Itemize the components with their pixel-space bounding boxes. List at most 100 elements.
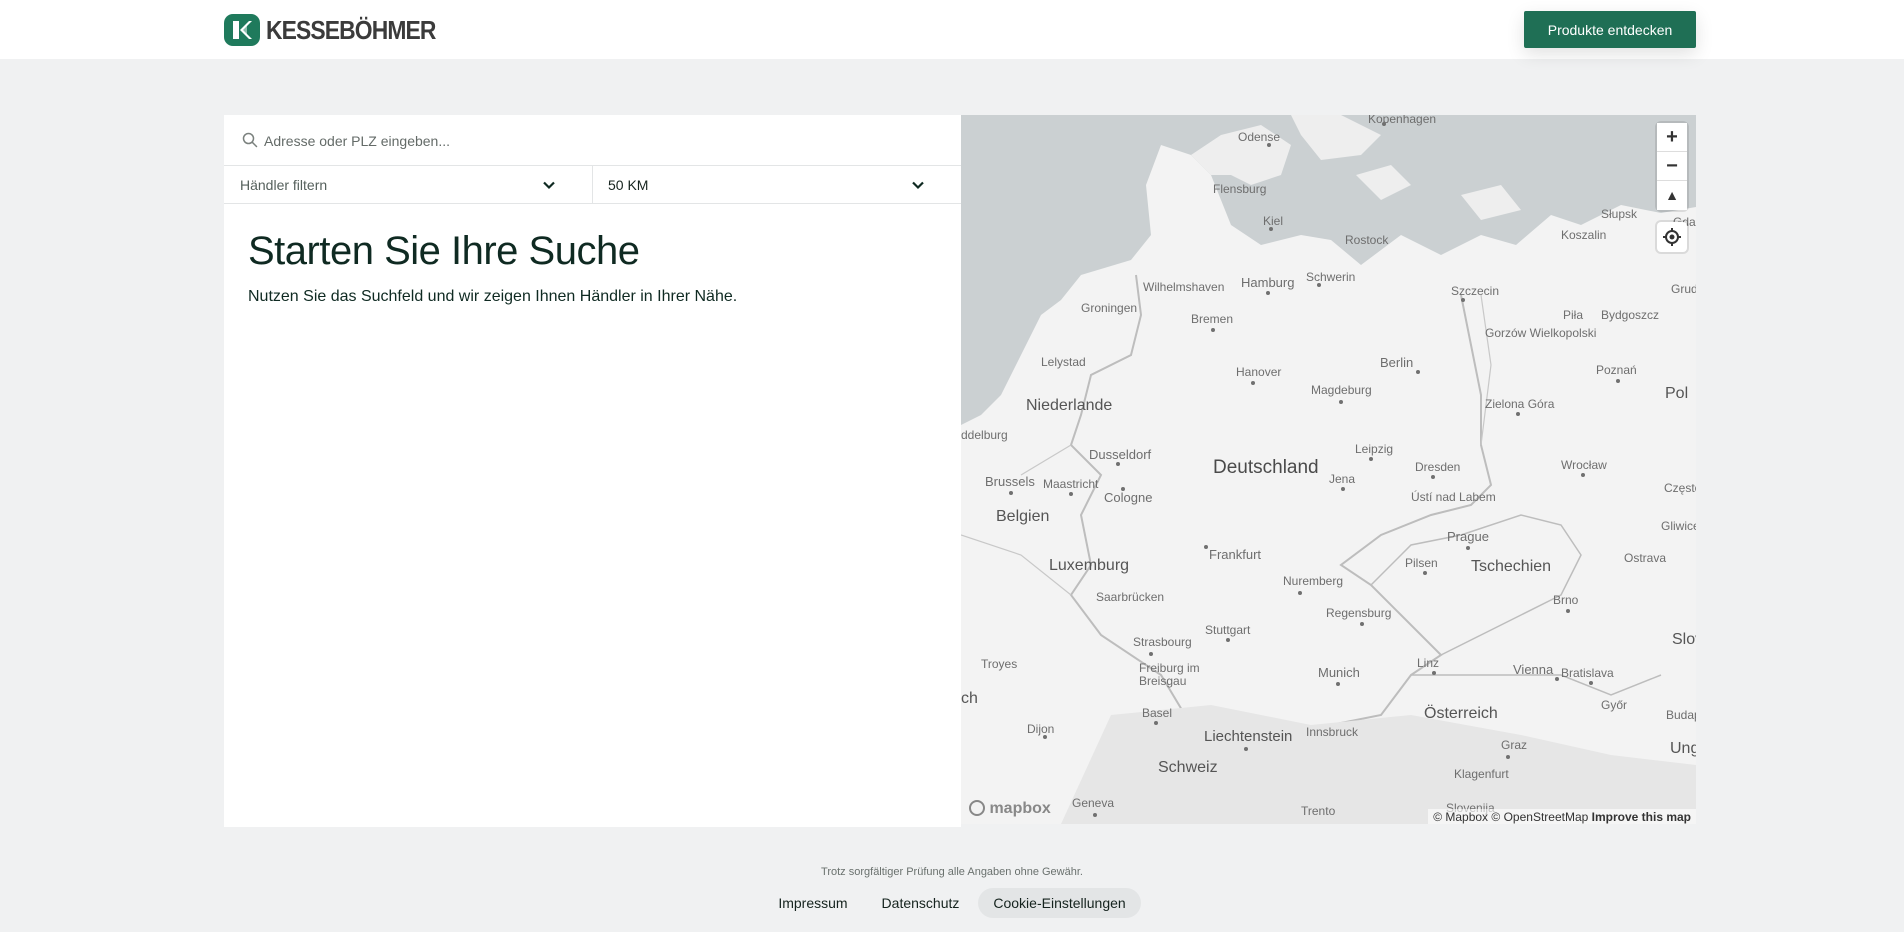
search-icon — [242, 132, 258, 148]
map-label-bremen: Bremen — [1191, 312, 1234, 326]
map-city-dot — [1369, 457, 1373, 461]
map-label-schweiz: Schweiz — [1158, 759, 1218, 776]
results-hint: Nutzen Sie das Suchfeld und wir zeigen I… — [248, 288, 738, 305]
zoom-out-button[interactable]: − — [1657, 152, 1687, 181]
map-label-basel: Basel — [1142, 706, 1173, 720]
map-city-dot — [1555, 677, 1559, 681]
map-label-middelburg: ddelburg — [961, 428, 1008, 442]
map-label-freiburg: Freiburg im Breisgau — [1139, 661, 1200, 688]
mapbox-logo[interactable]: mapbox — [969, 800, 1051, 818]
brand-logo[interactable]: KESSEBÖHMER — [224, 14, 459, 46]
geolocate-button[interactable] — [1657, 222, 1687, 252]
map-city-dot — [1336, 682, 1340, 686]
map-city-dot — [1204, 545, 1208, 549]
datenschutz-link[interactable]: Datenschutz — [867, 888, 975, 918]
map-label-liechtenstein: Liechtenstein — [1204, 728, 1293, 745]
attribution-osm-link[interactable]: © OpenStreetMap — [1491, 810, 1588, 824]
map-label-trento: Trento — [1301, 804, 1336, 818]
dealer-filter-select[interactable]: Händler filtern — [224, 166, 593, 203]
map-label-gyor: Győr — [1601, 698, 1628, 712]
map-label-klagenfurt: Klagenfurt — [1454, 767, 1509, 781]
mapbox-logo-text: mapbox — [989, 800, 1051, 817]
mapbox-logo-icon — [969, 800, 985, 816]
map-label-brno: Brno — [1553, 593, 1579, 607]
map-label-zielona: Zielona Góra — [1485, 397, 1555, 411]
map-label-szczecin: Szczecin — [1451, 284, 1500, 298]
map-label-brussels: Brussels — [985, 474, 1035, 489]
map-label-pila: Piła — [1563, 308, 1584, 322]
improve-map-link[interactable]: Improve this map — [1592, 810, 1691, 824]
map-label-niederlande: Niederlande — [1026, 397, 1113, 414]
discover-products-button[interactable]: Produkte entdecken — [1524, 11, 1696, 48]
map-label-grudziadz: Grudziądz — [1671, 282, 1696, 296]
map-label-stuttgart: Stuttgart — [1205, 623, 1251, 637]
map-label-magdeburg: Magdeburg — [1311, 383, 1372, 397]
chevron-down-icon — [543, 181, 555, 190]
geolocate-icon — [1663, 228, 1681, 246]
map-label-ch: ch — [961, 690, 978, 707]
map-label-slov: Slov — [1672, 631, 1696, 648]
map-label-schwerin: Schwerin — [1306, 270, 1356, 284]
map-city-dot — [1149, 652, 1153, 656]
map-city-dot — [1069, 492, 1073, 496]
map-city-dot — [1154, 721, 1158, 725]
map-label-strasbourg: Strasbourg — [1133, 635, 1192, 649]
map-label-frankfurt: Frankfurt — [1209, 547, 1262, 562]
compass-button[interactable]: ▲ — [1657, 181, 1687, 210]
impressum-link[interactable]: Impressum — [763, 888, 862, 918]
map-attribution: © Mapbox © OpenStreetMap Improve this ma… — [1428, 809, 1696, 824]
map-label-odense: Odense — [1238, 130, 1281, 144]
radius-select[interactable]: 50 KM — [593, 166, 961, 203]
map-label-osterreich: Österreich — [1424, 705, 1498, 722]
map-navigation-control: + − ▲ — [1657, 123, 1687, 210]
map-label-troyes: Troyes — [981, 657, 1018, 671]
map-label-wilhelmshaven: Wilhelmshaven — [1143, 280, 1225, 294]
map-label-graz: Graz — [1501, 738, 1528, 752]
map-label-bydgoszcz: Bydgoszcz — [1601, 308, 1660, 322]
map-label-munich: Munich — [1318, 665, 1360, 680]
map-city-dot — [1341, 487, 1345, 491]
map-label-ung: Ung — [1670, 740, 1696, 757]
cookie-settings-link[interactable]: Cookie-Einstellungen — [978, 888, 1141, 918]
map-city-dot — [1432, 671, 1436, 675]
zoom-in-button[interactable]: + — [1657, 123, 1687, 152]
improve-map-label: Improve this map — [1591, 810, 1691, 824]
results-heading: Starten Sie Ihre Suche — [248, 229, 640, 273]
footer-disclaimer: Trotz sorgfältiger Prüfung alle Angaben … — [821, 866, 1083, 878]
map-label-koszalin: Koszalin — [1561, 228, 1607, 242]
map-label-budape: Budape — [1666, 708, 1696, 722]
map-label-berlin: Berlin — [1380, 355, 1414, 370]
map-label-innsbruck: Innsbruck — [1306, 725, 1359, 739]
dealer-filter-label: Händler filtern — [240, 177, 328, 193]
address-search-input[interactable] — [264, 125, 944, 156]
search-bar — [224, 115, 961, 166]
map-label-bratislava: Bratislava — [1561, 666, 1614, 680]
map-label-prague: Prague — [1447, 529, 1489, 544]
map-label-regensburg: Regensburg — [1326, 606, 1392, 620]
map-city-dot — [1043, 735, 1047, 739]
map-city-dot — [1211, 328, 1215, 332]
map-city-dot — [1267, 143, 1271, 147]
dealer-map[interactable]: Kopenhagen Odense Flensburg Kiel Rostock… — [961, 115, 1696, 824]
map-city-dot — [1516, 412, 1520, 416]
brand-name: KESSEBÖHMER — [266, 14, 436, 45]
map-city-dot — [1431, 475, 1435, 479]
map-label-rostock: Rostock — [1345, 233, 1389, 247]
map-label-pol: Pol — [1665, 385, 1689, 402]
map-label-groningen: Groningen — [1081, 301, 1138, 315]
map-label-lelystad: Lelystad — [1041, 355, 1086, 369]
map-city-dot — [1423, 571, 1427, 575]
map-label-belgien: Belgien — [996, 508, 1050, 525]
map-city-dot — [1416, 370, 1420, 374]
map-label-jena: Jena — [1329, 472, 1356, 486]
dealer-search-panel: Händler filtern 50 KM Starten Sie Ihre S… — [224, 115, 961, 827]
map-city-dot — [1269, 227, 1273, 231]
map-city-dot — [1581, 473, 1585, 477]
attribution-mapbox-link[interactable]: © Mapbox — [1433, 810, 1488, 824]
map-city-dot — [1244, 747, 1248, 751]
map-city-dot — [1360, 622, 1364, 626]
map-city-dot — [1266, 291, 1270, 295]
map-label-deutschland: Deutschland — [1213, 457, 1319, 478]
map-label-gorzow: Gorzów Wielkopolski — [1485, 326, 1597, 340]
map-label-saarbrucken: Saarbrücken — [1096, 590, 1165, 604]
